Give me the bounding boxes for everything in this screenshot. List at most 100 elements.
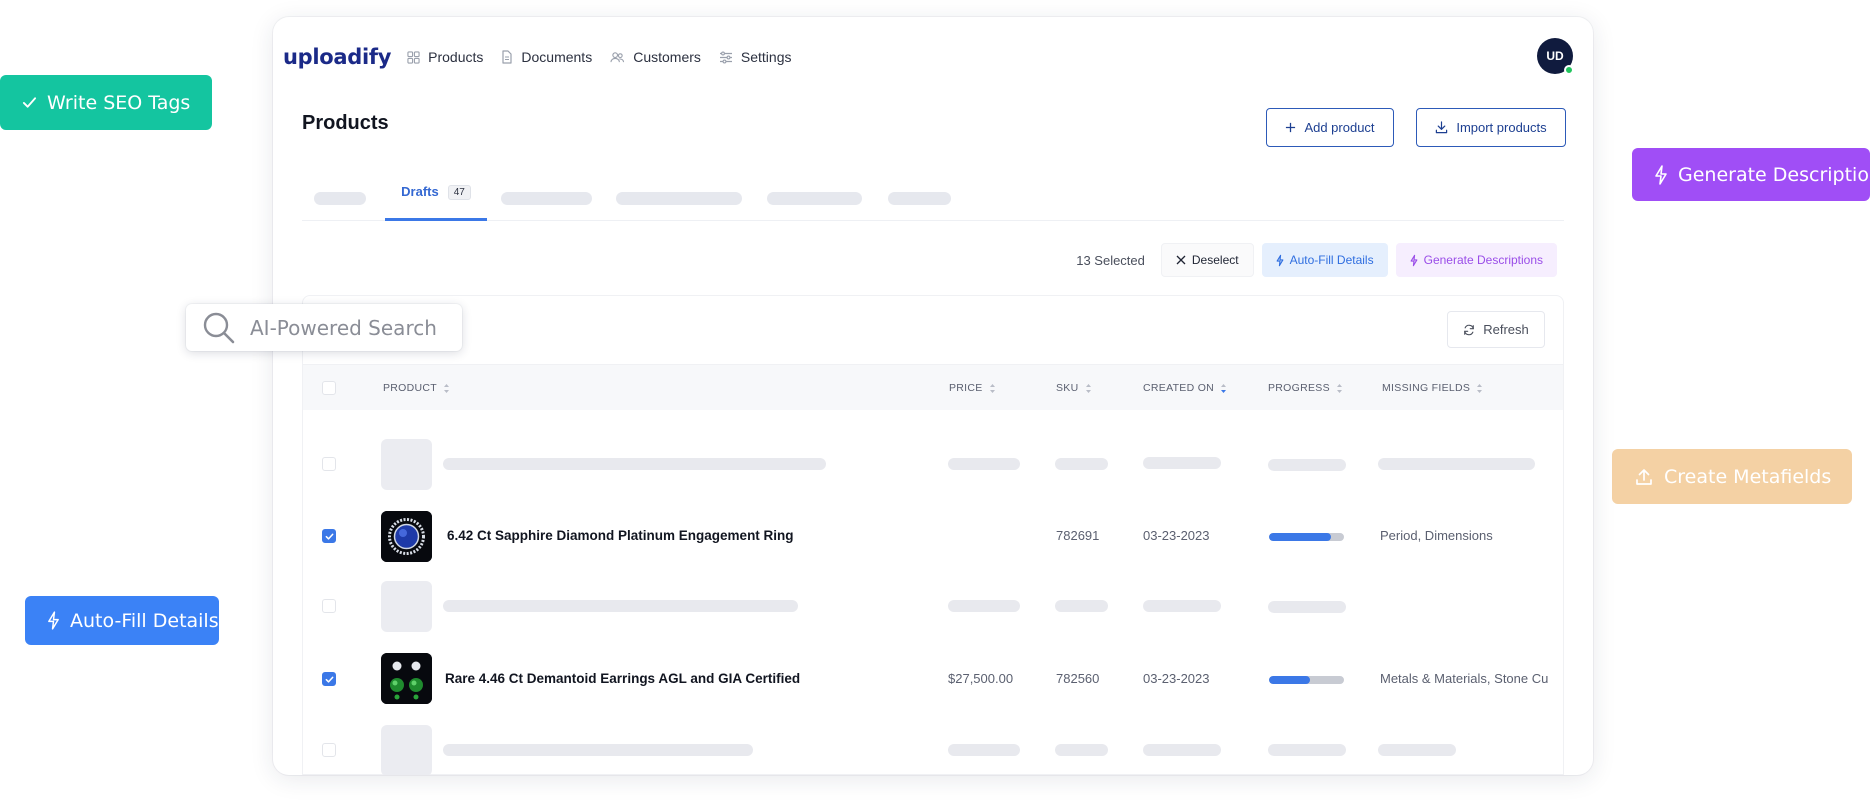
product-sku: 782560 [1056, 671, 1100, 686]
generate-description-label: Generate Description [1678, 163, 1870, 186]
online-status-dot [1564, 65, 1574, 75]
bulk-generate-descriptions-button[interactable]: Generate Descriptions [1395, 243, 1557, 277]
avatar-initials: UD [1546, 49, 1564, 63]
add-product-button[interactable]: Add product [1266, 108, 1394, 147]
progress-bar [1269, 533, 1344, 541]
write-seo-tags-label: Write SEO Tags [47, 91, 191, 114]
product-tabs: Drafts 47 [302, 177, 1564, 221]
row-checkbox[interactable] [322, 457, 336, 471]
column-header-progress[interactable]: PROGRESS [1268, 365, 1343, 411]
row-checkbox[interactable] [322, 743, 336, 757]
write-seo-tags-pill[interactable]: Write SEO Tags [0, 75, 212, 130]
text-placeholder [1268, 601, 1346, 613]
deselect-label: Deselect [1191, 253, 1239, 267]
tab-drafts[interactable]: Drafts 47 [385, 177, 487, 221]
nav-item-settings[interactable]: Settings [719, 49, 791, 65]
column-label: CREATED ON [1143, 382, 1215, 394]
sapphire-ring-image [381, 511, 432, 562]
plus-icon [1286, 122, 1296, 133]
ai-search-box[interactable]: AI-Powered Search [186, 304, 462, 351]
select-all-checkbox[interactable] [322, 381, 336, 395]
lightning-icon [1410, 254, 1418, 266]
column-header-missing-fields[interactable]: MISSING FIELDS [1382, 365, 1483, 411]
nav-item-products[interactable]: Products [407, 49, 483, 65]
lightning-icon [48, 611, 59, 630]
tab-placeholder [501, 192, 592, 205]
nav-item-documents[interactable]: Documents [501, 49, 592, 65]
close-icon [1176, 255, 1186, 265]
column-label: SKU [1056, 382, 1079, 394]
column-header-product[interactable]: PRODUCT [383, 365, 450, 411]
text-placeholder [1055, 600, 1108, 612]
product-name[interactable]: 6.42 Ct Sapphire Diamond Platinum Engage… [447, 528, 794, 543]
column-label: MISSING FIELDS [1382, 382, 1471, 394]
lightning-icon [1655, 164, 1667, 185]
row-checkbox[interactable] [322, 599, 336, 613]
progress-bar [1269, 676, 1344, 684]
text-placeholder [1143, 600, 1221, 612]
document-icon [502, 50, 512, 64]
sort-icon [444, 383, 450, 393]
text-placeholder [1268, 459, 1346, 471]
bulk-auto-fill-label: Auto-Fill Details [1289, 253, 1374, 267]
table-row[interactable]: 6.42 Ct Sapphire Diamond Platinum Engage… [303, 500, 1563, 572]
text-placeholder [443, 744, 753, 756]
missing-fields: Period, Dimensions [1380, 528, 1493, 543]
sort-descending-icon [1221, 383, 1227, 393]
text-placeholder [1143, 457, 1221, 469]
nav-label-customers: Customers [633, 49, 701, 65]
row-checkbox[interactable] [322, 529, 336, 543]
deselect-button[interactable]: Deselect [1160, 243, 1254, 277]
table-row-loading [303, 571, 1563, 643]
text-placeholder [948, 600, 1020, 612]
column-header-sku[interactable]: SKU [1056, 365, 1092, 411]
auto-fill-details-label: Auto-Fill Details [70, 609, 219, 632]
progress-fill [1269, 676, 1311, 684]
app-window: uploadify Products Documents Customers S… [273, 17, 1593, 775]
import-products-button[interactable]: Import products [1416, 108, 1566, 147]
generate-description-pill[interactable]: Generate Description [1632, 148, 1870, 201]
user-avatar[interactable]: UD [1537, 38, 1574, 75]
nav-item-customers[interactable]: Customers [610, 49, 701, 65]
upload-icon [1636, 468, 1652, 485]
row-checkbox[interactable] [322, 672, 336, 686]
create-metafields-label: Create Metafields [1664, 465, 1832, 488]
missing-fields: Metals & Materials, Stone Cu [1380, 671, 1549, 686]
bulk-auto-fill-button[interactable]: Auto-Fill Details [1261, 243, 1388, 277]
table-row[interactable]: Rare 4.46 Ct Demantoid Earrings AGL and … [303, 643, 1563, 715]
users-icon [610, 51, 625, 62]
table-header: PRODUCT PRICE SKU CREATED ON PROGRESS MI… [303, 364, 1563, 410]
table-row-loading [303, 715, 1563, 775]
create-metafields-pill[interactable]: Create Metafields [1612, 449, 1852, 504]
table-row-loading [303, 428, 1563, 500]
logo: uploadify [283, 45, 392, 69]
tab-drafts-label: Drafts [401, 184, 439, 199]
product-name[interactable]: Rare 4.46 Ct Demantoid Earrings AGL and … [445, 671, 800, 686]
auto-fill-details-pill[interactable]: Auto-Fill Details [25, 596, 219, 645]
column-label: PROGRESS [1268, 382, 1330, 394]
refresh-icon [1464, 324, 1475, 335]
product-sku: 782691 [1056, 528, 1100, 543]
check-icon [325, 676, 333, 683]
page-title: Products [302, 112, 389, 134]
sort-icon [1336, 383, 1342, 393]
column-header-created-on[interactable]: CREATED ON [1143, 365, 1227, 411]
product-price: $27,500.00 [948, 671, 1014, 686]
progress-fill [1269, 533, 1331, 541]
column-header-price[interactable]: PRICE [949, 365, 996, 411]
tab-drafts-count: 47 [447, 185, 471, 200]
sort-icon [989, 383, 995, 393]
thumbnail-placeholder [381, 725, 432, 775]
tab-placeholder [767, 192, 862, 205]
sort-icon [1477, 383, 1483, 393]
text-placeholder [443, 600, 798, 612]
product-created-on: 03-23-2023 [1143, 528, 1210, 543]
text-placeholder [1268, 744, 1346, 756]
tab-placeholder [314, 192, 366, 205]
tab-placeholder [616, 192, 742, 205]
refresh-button[interactable]: Refresh [1447, 311, 1545, 348]
grid-icon [407, 50, 420, 64]
bulk-action-bar: 13 Selected Deselect Auto-Fill Details G… [1076, 243, 1557, 277]
sliders-icon [719, 51, 732, 63]
search-icon [203, 312, 235, 343]
